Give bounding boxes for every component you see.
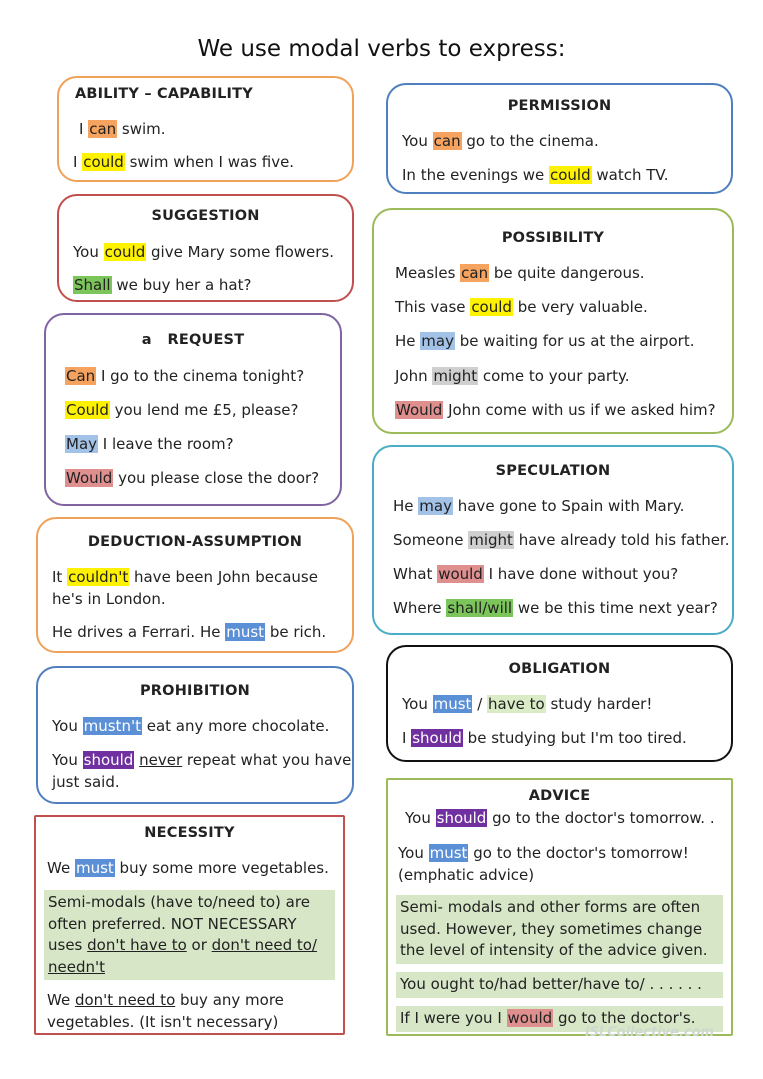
necessity-heading: NECESSITY	[144, 825, 235, 841]
deduction-line-1: It couldn't have been John because	[52, 568, 318, 586]
request-line-1: Can I go to the cinema tonight?	[65, 367, 305, 385]
necessity-line-3b: vegetables. (It isn't necessary)	[47, 1013, 279, 1031]
suggestion-line-2: Shall we buy her a hat?	[73, 276, 252, 294]
request-box: a REQUEST Can I go to the cinema tonight…	[44, 313, 342, 506]
deduction-heading: DEDUCTION-ASSUMPTION	[87, 534, 303, 550]
request-line-4: Would you please close the door?	[65, 469, 320, 487]
suggestion-line-1: You could give Mary some flowers.	[73, 243, 334, 261]
prohibition-box: PROHIBITION You mustn't eat any more cho…	[36, 666, 354, 804]
necessity-line-3: We don't need to buy any more	[47, 991, 284, 1009]
ability-line-2: I could swim when I was five.	[73, 153, 295, 171]
watermark: iSLCollective.com	[585, 1025, 715, 1040]
necessity-box: NECESSITY We must buy some more vegetabl…	[34, 815, 345, 1035]
deduction-line-2: He drives a Ferrari. He must be rich.	[52, 623, 327, 641]
permission-line-2: In the evenings we could watch TV.	[402, 166, 669, 184]
advice-line-2b: (emphatic advice)	[398, 866, 535, 884]
advice-box: ADVICE You should go to the doctor's tom…	[386, 778, 733, 1036]
possibility-line-4: John might come to your party.	[395, 367, 630, 385]
speculation-line-4: Where shall/will we be this time next ye…	[393, 599, 718, 617]
request-line-2: Could you lend me £5, please?	[65, 401, 299, 419]
request-line-3: May I leave the room?	[65, 435, 234, 453]
speculation-heading: SPECULATION	[495, 463, 611, 479]
prohibition-line-2b: just said.	[52, 773, 120, 791]
ability-box: ABILITY – CAPABILITY I can swim. I could…	[57, 76, 354, 182]
obligation-line-1: You must / have to study harder!	[402, 695, 653, 713]
speculation-line-3: What would I have done without you?	[393, 565, 679, 583]
possibility-heading: POSSIBILITY	[501, 230, 605, 246]
ability-line-1: I can swim.	[79, 120, 166, 138]
obligation-heading: OBLIGATION	[508, 661, 611, 677]
possibility-line-5: Would John come with us if we asked him?	[395, 401, 716, 419]
advice-heading: ADVICE	[528, 788, 591, 804]
advice-panel-2: You ought to/had better/have to/ . . . .…	[396, 972, 723, 998]
permission-heading: PERMISSION	[507, 98, 612, 114]
prohibition-heading: PROHIBITION	[139, 683, 251, 699]
page-title: We use modal verbs to express:	[197, 36, 566, 62]
advice-line-2: You must go to the doctor's tomorrow!	[398, 844, 689, 862]
deduction-box: DEDUCTION-ASSUMPTION It couldn't have be…	[36, 517, 354, 653]
advice-line-1: You should go to the doctor's tomorrow. …	[405, 809, 715, 827]
necessity-line-1: We must buy some more vegetables.	[47, 859, 329, 877]
deduction-line-1b: he's in London.	[52, 590, 166, 608]
permission-line-1: You can go to the cinema.	[402, 132, 599, 150]
prohibition-line-1: You mustn't eat any more chocolate.	[52, 717, 330, 735]
speculation-line-2: Someone might have already told his fath…	[393, 531, 730, 549]
possibility-line-3: He may be waiting for us at the airport.	[395, 332, 695, 350]
possibility-line-1: Measles can be quite dangerous.	[395, 264, 645, 282]
speculation-box: SPECULATION He may have gone to Spain wi…	[372, 445, 734, 635]
obligation-line-2: I should be studying but I'm too tired.	[402, 729, 687, 747]
request-heading: a REQUEST	[141, 332, 245, 348]
ability-heading: ABILITY – CAPABILITY	[75, 86, 253, 102]
suggestion-box: SUGGESTION You could give Mary some flow…	[57, 194, 354, 302]
necessity-panel: Semi-modals (have to/need to) are often …	[44, 890, 335, 980]
possibility-box: POSSIBILITY Measles can be quite dangero…	[372, 208, 734, 434]
advice-panel-1: Semi- modals and other forms are often u…	[396, 895, 723, 964]
speculation-line-1: He may have gone to Spain with Mary.	[393, 497, 685, 515]
prohibition-line-2: You should never repeat what you have	[52, 751, 352, 769]
permission-box: PERMISSION You can go to the cinema. In …	[386, 83, 733, 194]
possibility-line-2: This vase could be very valuable.	[395, 298, 648, 316]
obligation-box: OBLIGATION You must / have to study hard…	[386, 645, 733, 762]
suggestion-heading: SUGGESTION	[151, 208, 260, 224]
